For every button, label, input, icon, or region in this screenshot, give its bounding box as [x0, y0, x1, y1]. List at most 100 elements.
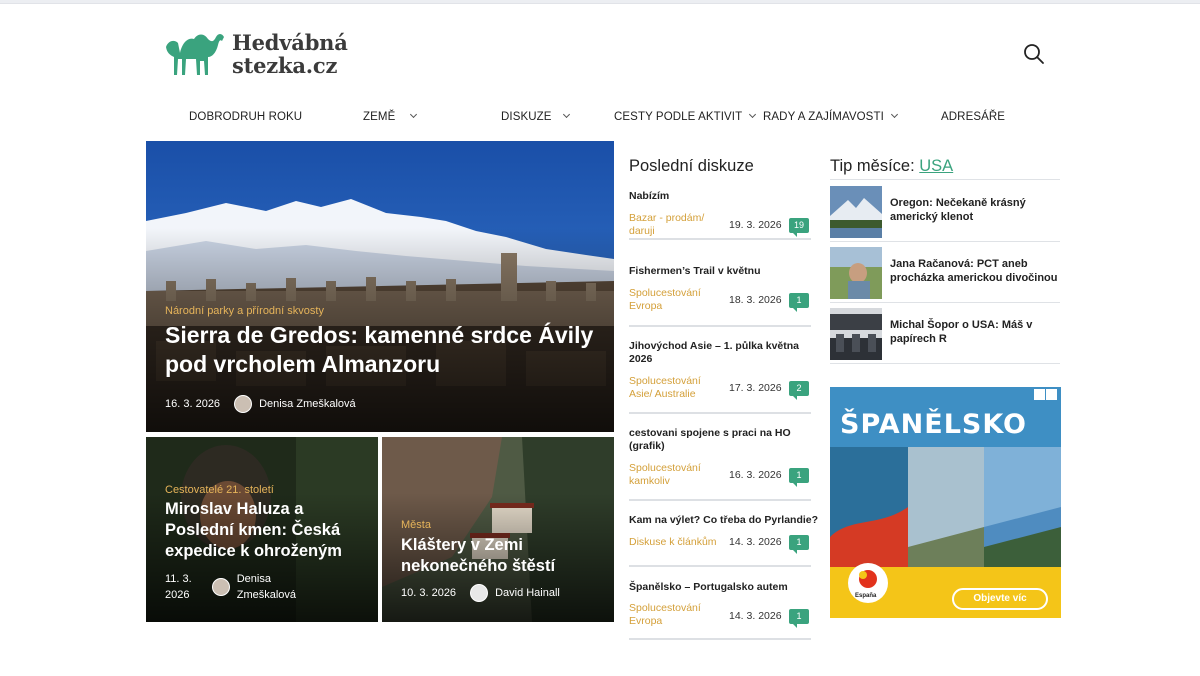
discussion-date: 14. 3. 2026 [729, 610, 782, 622]
comment-count-badge: 1 [789, 609, 809, 628]
card-title[interactable]: Miroslav Haluza a Poslední kmen: Česká e… [165, 499, 370, 562]
comment-count-badge: 1 [789, 468, 809, 487]
card-date-line-2: 2026 [165, 589, 190, 601]
card-title-line-1: Miroslav Haluza a [165, 500, 304, 518]
card-title-line-1: Kláštery v Zemi [401, 536, 523, 554]
chevron-down-icon [410, 110, 418, 119]
card-date: 11. 3. 2026 [165, 571, 192, 603]
card-author[interactable]: Denisa Zmeškalová [237, 571, 296, 603]
nav-label: DISKUZE [501, 111, 552, 123]
hero-author[interactable]: Denisa Zmeškalová [259, 398, 356, 410]
nav-label: ADRESÁŘE [941, 111, 1006, 123]
article-card[interactable]: Města Kláštery v Zemi nekonečného štěstí… [382, 437, 614, 622]
tip-article[interactable]: Oregon: Nečekaně krásný americký klenot [830, 182, 1060, 242]
tip-article[interactable]: Jana Račanová: PCT aneb procházka americ… [830, 243, 1060, 303]
tip-country-link[interactable]: USA [919, 157, 953, 175]
ad-logo-text: España [855, 593, 877, 599]
site-logo[interactable]: Hedvábná stezka.cz [164, 28, 364, 80]
discussion-date: 14. 3. 2026 [729, 536, 782, 548]
logo-line-1: Hedvábná [232, 30, 348, 55]
comment-count-badge: 19 [789, 218, 809, 237]
discussion-date: 18. 3. 2026 [729, 294, 782, 306]
discussion-title[interactable]: Španělsko – Portugalsko autem [629, 581, 811, 594]
comment-count-badge: 1 [789, 535, 809, 554]
hero-title-line-2: pod vrcholem Almanzoru [165, 351, 441, 377]
chevron-down-icon [562, 110, 570, 119]
nav-label: DOBRODRUH ROKU [189, 111, 303, 123]
card-category[interactable]: Města [401, 519, 431, 531]
nav-label: ZEMĚ [363, 111, 396, 123]
latest-discussions: Poslední diskuze Nabízím Bazar - prodám/… [629, 152, 818, 640]
hero-meta: 16. 3. 2026 Denisa Zmeškalová [165, 395, 356, 413]
card-date-line-1: 11. 3. [165, 573, 192, 585]
discussion-category[interactable]: Bazar - prodám/ daruji [629, 212, 717, 238]
discussion-date: 17. 3. 2026 [729, 382, 782, 394]
tip-thumbnail [830, 308, 882, 360]
nav-item-adresare[interactable]: ADRESÁŘE [941, 104, 1005, 130]
card-meta: 10. 3. 2026 David Hainall [401, 584, 560, 602]
discussion-category[interactable]: Spolucestování Evropa [629, 287, 717, 313]
comment-count-badge: 2 [789, 381, 809, 400]
discussion-title[interactable]: Jihovýchod Asie – 1. půlka května 2026 [629, 340, 799, 366]
card-title-line-2: Poslední kmen: Česká [165, 521, 341, 539]
hero-date: 16. 3. 2026 [165, 398, 221, 410]
avatar [234, 395, 253, 413]
logo-line-2: stezka.cz [232, 53, 338, 78]
discussion-date: 16. 3. 2026 [729, 469, 782, 481]
card-category[interactable]: Cestovatelé 21. století [165, 484, 274, 496]
article-card[interactable]: Cestovatelé 21. století Miroslav Haluza … [146, 437, 378, 622]
search-icon[interactable] [1022, 42, 1046, 66]
nav-item-rady-a-zajimavosti[interactable]: RADY A ZAJÍMAVOSTI [763, 104, 898, 130]
logo-wordmark: Hedvábná stezka.cz [232, 31, 348, 77]
nav-item-dobrodruh-roku[interactable]: DOBRODRUH ROKU [189, 104, 302, 130]
discussion-item[interactable]: cestovani spojene s praci na HO (grafik)… [629, 427, 811, 501]
discussion-category[interactable]: Diskuse k článkům [629, 536, 717, 549]
discussion-title[interactable]: Fishermen’s Trail v květnu [629, 265, 811, 278]
advertisement-banner[interactable]: ŠPANĚLSKO España Objevte víc [830, 387, 1061, 618]
top-border [0, 0, 1200, 4]
discussion-item[interactable]: Kam na výlet? Co třeba do Pyrlandie? Dis… [629, 514, 818, 567]
ad-title: ŠPANĚLSKO [840, 409, 1028, 440]
avatar [211, 578, 230, 596]
discussions-heading: Poslední diskuze [629, 157, 754, 175]
tip-article-title[interactable]: Jana Račanová: PCT aneb procházka americ… [890, 257, 1058, 285]
card-date: 10. 3. 2026 [401, 587, 457, 599]
discussion-item[interactable]: Fishermen’s Trail v květnu Spolucestován… [629, 265, 811, 327]
nav-item-zeme[interactable]: ZEMĚ [363, 104, 418, 130]
discussion-title[interactable]: Nabízím [629, 190, 811, 203]
hero-category[interactable]: Národní parky a přírodní skvosty [165, 305, 324, 317]
discussion-item[interactable]: Španělsko – Portugalsko autem Spolucesto… [629, 581, 811, 640]
card-author[interactable]: David Hainall [495, 587, 560, 599]
card-meta: 11. 3. 2026 Denisa Zmeškalová [165, 571, 296, 603]
card-title-line-2: nekonečného štěstí [401, 557, 556, 575]
hero-article[interactable]: Národní parky a přírodní skvosty Sierra … [146, 141, 614, 432]
ad-cta-button[interactable]: Objevte víc [952, 588, 1048, 610]
discussion-item[interactable]: Jihovýchod Asie – 1. půlka května 2026 S… [629, 340, 811, 414]
tip-thumbnail [830, 247, 882, 299]
discussion-title[interactable]: Kam na výlet? Co třeba do Pyrlandie? [629, 514, 818, 527]
tip-article-title[interactable]: Oregon: Nečekaně krásný americký klenot [890, 196, 1058, 224]
card-title[interactable]: Kláštery v Zemi nekonečného štěstí [401, 535, 606, 577]
tip-heading: Tip měsíce: USA [830, 152, 1060, 180]
tip-article-title[interactable]: Michal Šopor o USA: Máš v papírech R [890, 318, 1058, 346]
chevron-down-icon [749, 110, 757, 119]
hero-title-line-1: Sierra de Gredos: kamenné srdce Ávily [165, 322, 594, 348]
discussion-category[interactable]: Spolucestování Evropa [629, 602, 717, 628]
nav-label: CESTY PODLE AKTIVIT [614, 111, 743, 123]
tip-article[interactable]: Michal Šopor o USA: Máš v papírech R [830, 304, 1060, 364]
discussion-date: 19. 3. 2026 [729, 219, 782, 231]
tip-of-month: Tip měsíce: USA Oregon: Nečekaně krásný … [830, 152, 1060, 364]
card-title-line-3: expedice k ohroženým [165, 542, 342, 560]
nav-label: RADY A ZAJÍMAVOSTI [763, 111, 884, 123]
camel-logo-icon [166, 34, 224, 75]
discussion-category[interactable]: Spolucestování Asie/ Australie [629, 375, 717, 401]
tip-heading-label: Tip měsíce: [830, 157, 915, 175]
nav-item-diskuze[interactable]: DISKUZE [501, 104, 570, 130]
nav-item-cesty-podle-aktivit[interactable]: CESTY PODLE AKTIVIT [614, 104, 757, 130]
discussion-title[interactable]: cestovani spojene s praci na HO (grafik) [629, 427, 799, 453]
comment-count-badge: 1 [789, 293, 809, 312]
discussion-category[interactable]: Spolucestování kamkoliv [629, 462, 717, 488]
card-author-line-2: Zmeškalová [236, 589, 297, 601]
discussion-item[interactable]: Nabízím Bazar - prodám/ daruji 19. 3. 20… [629, 190, 811, 240]
hero-title[interactable]: Sierra de Gredos: kamenné srdce Ávily po… [165, 321, 605, 379]
